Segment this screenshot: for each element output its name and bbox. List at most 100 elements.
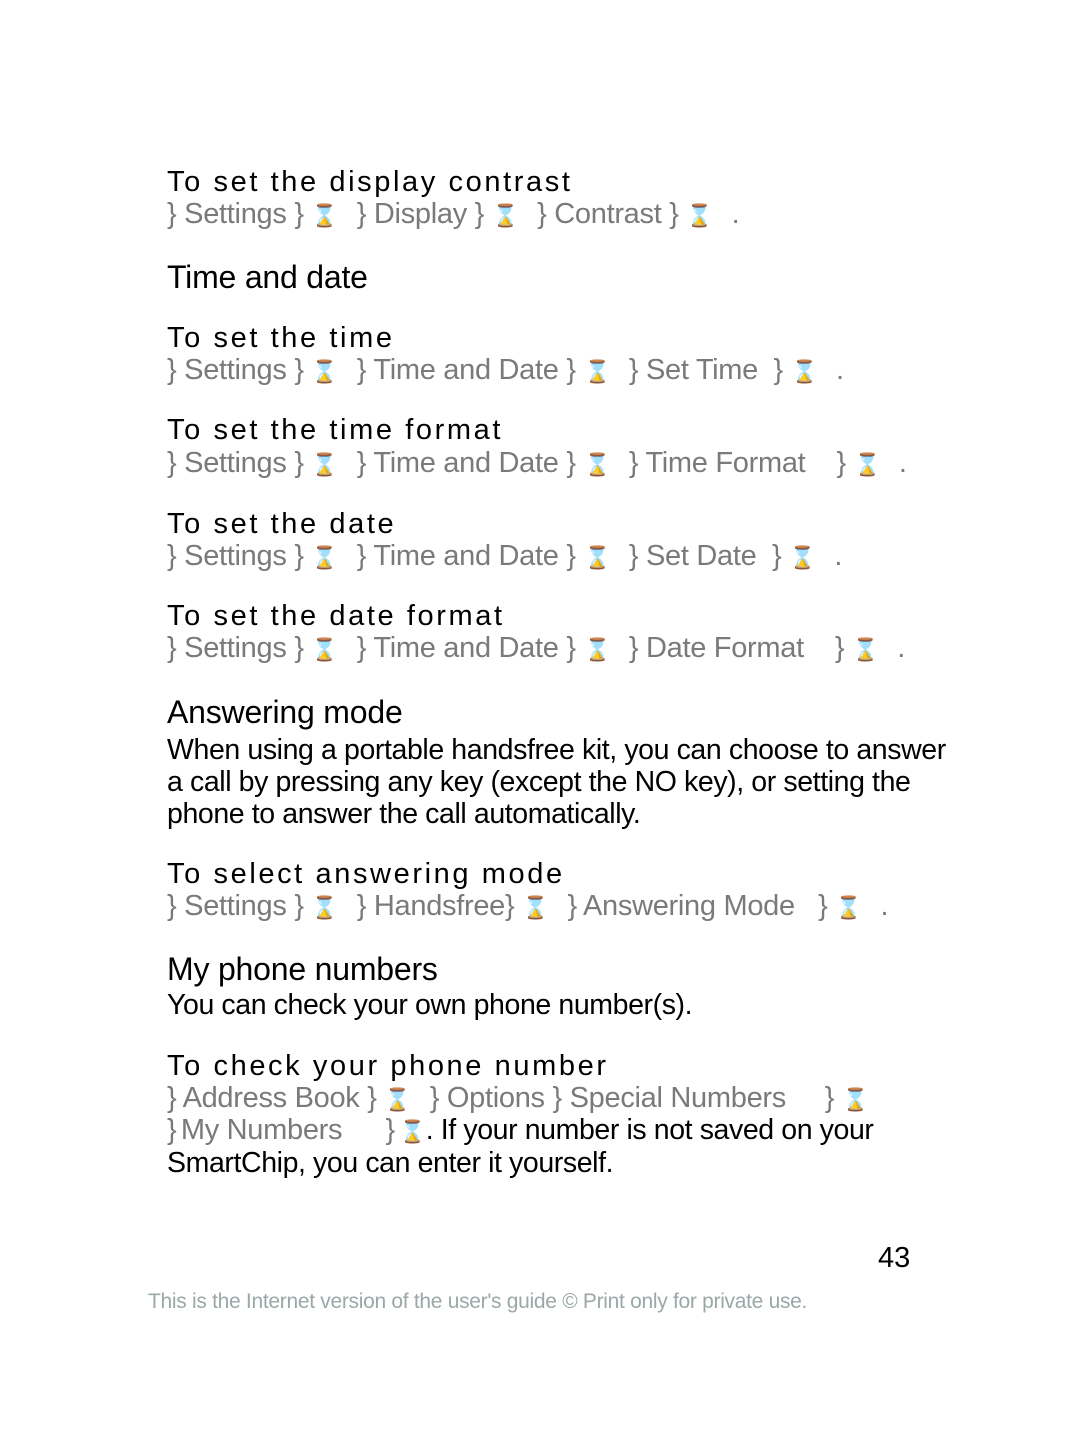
subheading-check-phone-number: To check your phone number <box>167 1050 609 1082</box>
path-separator: } <box>356 540 367 572</box>
path-step-settings: Settings <box>184 632 287 664</box>
path-step-time-and-date: Time and Date <box>373 354 559 386</box>
path-separator: } <box>356 632 367 664</box>
path-separator: } <box>294 447 304 479</box>
path-step-time-and-date: Time and Date <box>373 447 559 479</box>
yes-key-icon: ⌛ <box>584 637 610 662</box>
answering-mode-body-line-2: a call by pressing any key (except the N… <box>167 766 911 798</box>
path-separator: } <box>773 354 784 386</box>
menu-path-display-contrast: } Se ttings } ⌛ } Display } ⌛ } Contrast… <box>167 198 740 230</box>
check-phone-number-trailing-text: . If your number is not saved on your <box>425 1114 874 1146</box>
path-separator: } <box>167 540 177 572</box>
path-step-my-numbers: My Numbers <box>180 1114 343 1146</box>
path-separator: } <box>367 1082 377 1114</box>
path-separator: } <box>294 198 304 230</box>
subheading-set-time: To set the time <box>167 322 395 354</box>
subheading-set-time-format: To set the time format <box>167 414 504 446</box>
path-separator: } <box>628 447 639 479</box>
yes-key-icon: ⌛ <box>312 359 338 384</box>
path-step-date-format: Date Format <box>645 632 804 664</box>
path-step-set-date: Set Date <box>645 540 757 572</box>
yes-key-icon: ⌛ <box>312 637 338 662</box>
path-step-time-and-date: Time and Date <box>373 632 559 664</box>
yes-key-icon: ⌛ <box>584 452 610 477</box>
path-separator: } <box>628 632 639 664</box>
my-phone-numbers-body: You can check your own phone number(s). <box>167 989 693 1021</box>
path-step-settings: Settings <box>184 354 287 386</box>
yes-key-icon: ⌛ <box>791 359 817 384</box>
yes-key-icon: ⌛ <box>687 203 712 228</box>
path-separator: } <box>505 890 515 922</box>
check-phone-number-body: SmartChip, you can enter it yourself. <box>167 1147 614 1179</box>
heading-time-and-date: Time and date <box>167 259 368 295</box>
path-step-options: Options <box>446 1082 545 1114</box>
path-step-handsfree: Handsfree <box>373 890 506 922</box>
subheading-set-date-format: To set the date format <box>167 600 505 632</box>
path-separator: } <box>356 198 367 230</box>
yes-key-icon: ⌛ <box>385 1087 411 1112</box>
yes-key-icon: ⌛ <box>836 895 861 920</box>
path-step-time-and-date: Time and Date <box>373 540 559 572</box>
path-separator: } <box>167 632 177 664</box>
path-separator: } <box>537 198 547 230</box>
yes-key-icon: ⌛ <box>492 203 518 228</box>
path-separator: } <box>669 198 679 230</box>
path-separator: } <box>628 354 639 386</box>
path-separator: } <box>167 354 177 386</box>
path-separator: } <box>771 540 782 572</box>
yes-key-icon: ⌛ <box>584 545 610 570</box>
yes-key-icon: ⌛ <box>312 203 338 228</box>
path-separator: } <box>552 1082 562 1114</box>
footer-notice: This is the Internet version of the user… <box>148 1290 808 1313</box>
path-separator: } <box>167 1082 177 1114</box>
path-separator: } <box>567 890 577 922</box>
path-separator: } <box>167 447 177 479</box>
path-separator: } <box>356 447 367 479</box>
path-step-special-numbers: Special Numbers <box>569 1082 787 1114</box>
yes-key-icon: ⌛ <box>312 895 338 920</box>
path-separator: } <box>294 632 304 664</box>
path-separator: } <box>167 1114 177 1146</box>
path-separator: } <box>474 198 485 230</box>
menu-path-set-time: } Settings } ⌛ } Time and Date } ⌛ } Set… <box>167 354 844 386</box>
heading-answering-mode: Answering mode <box>167 694 403 730</box>
path-step-settings: Settings <box>184 540 287 572</box>
yes-key-icon: ⌛ <box>854 452 880 477</box>
path-step-set-time: Set Time <box>645 354 758 386</box>
heading-my-phone-numbers: My phone numbers <box>167 951 438 987</box>
path-separator: } <box>566 354 576 386</box>
path-step-time-format: Time Format <box>645 447 806 479</box>
path-step-settings: Settings <box>184 447 287 479</box>
menu-path-set-time-format: } Settings } ⌛ } Time and Date } ⌛ } Tim… <box>167 447 907 479</box>
path-step-display: Display <box>373 198 467 230</box>
path-separator: } <box>167 890 177 922</box>
subheading-display-contrast: To set the display contrast <box>167 166 573 198</box>
path-separator: } <box>628 540 639 572</box>
answering-mode-body-line-1: When using a portable handsfree kit, you… <box>167 734 946 766</box>
path-separator: } <box>294 354 304 386</box>
path-separator: } <box>818 890 828 922</box>
yes-key-icon: ⌛ <box>853 637 878 662</box>
subheading-select-answering-mode: To select answering mode <box>167 858 565 890</box>
path-separator: } <box>566 632 576 664</box>
path-step-settings: Se <box>184 198 220 230</box>
path-step-address-book: Address Book <box>182 1082 360 1114</box>
path-separator: } <box>429 1082 440 1114</box>
menu-path-set-date-format: } Settings } ⌛ } Time and Date } ⌛ } Dat… <box>167 632 906 664</box>
path-separator: } <box>566 540 576 572</box>
yes-key-icon: ⌛ <box>312 545 338 570</box>
page-number: 43 <box>878 1242 911 1274</box>
path-separator: } <box>167 198 177 230</box>
menu-path-set-date: } Settings } ⌛ } Time and Date } ⌛ } Set… <box>167 540 843 572</box>
path-separator: } <box>294 890 304 922</box>
menu-path-select-answering-mode: } Settings } ⌛ } Handsfree} ⌛ } Answerin… <box>167 890 889 922</box>
yes-key-icon: ⌛ <box>312 452 338 477</box>
menu-path-check-phone-number-line-1: } Address Book } ⌛ } Options } Special N… <box>167 1082 868 1115</box>
yes-key-icon: ⌛ <box>400 1119 426 1144</box>
path-separator: } <box>385 1114 395 1146</box>
yes-key-icon: ⌛ <box>584 359 610 384</box>
subheading-set-date: To set the date <box>167 508 397 540</box>
path-step-answering-mode: Answering Mode <box>583 890 795 922</box>
yes-key-icon: ⌛ <box>843 1087 868 1112</box>
path-separator: } <box>836 447 846 479</box>
